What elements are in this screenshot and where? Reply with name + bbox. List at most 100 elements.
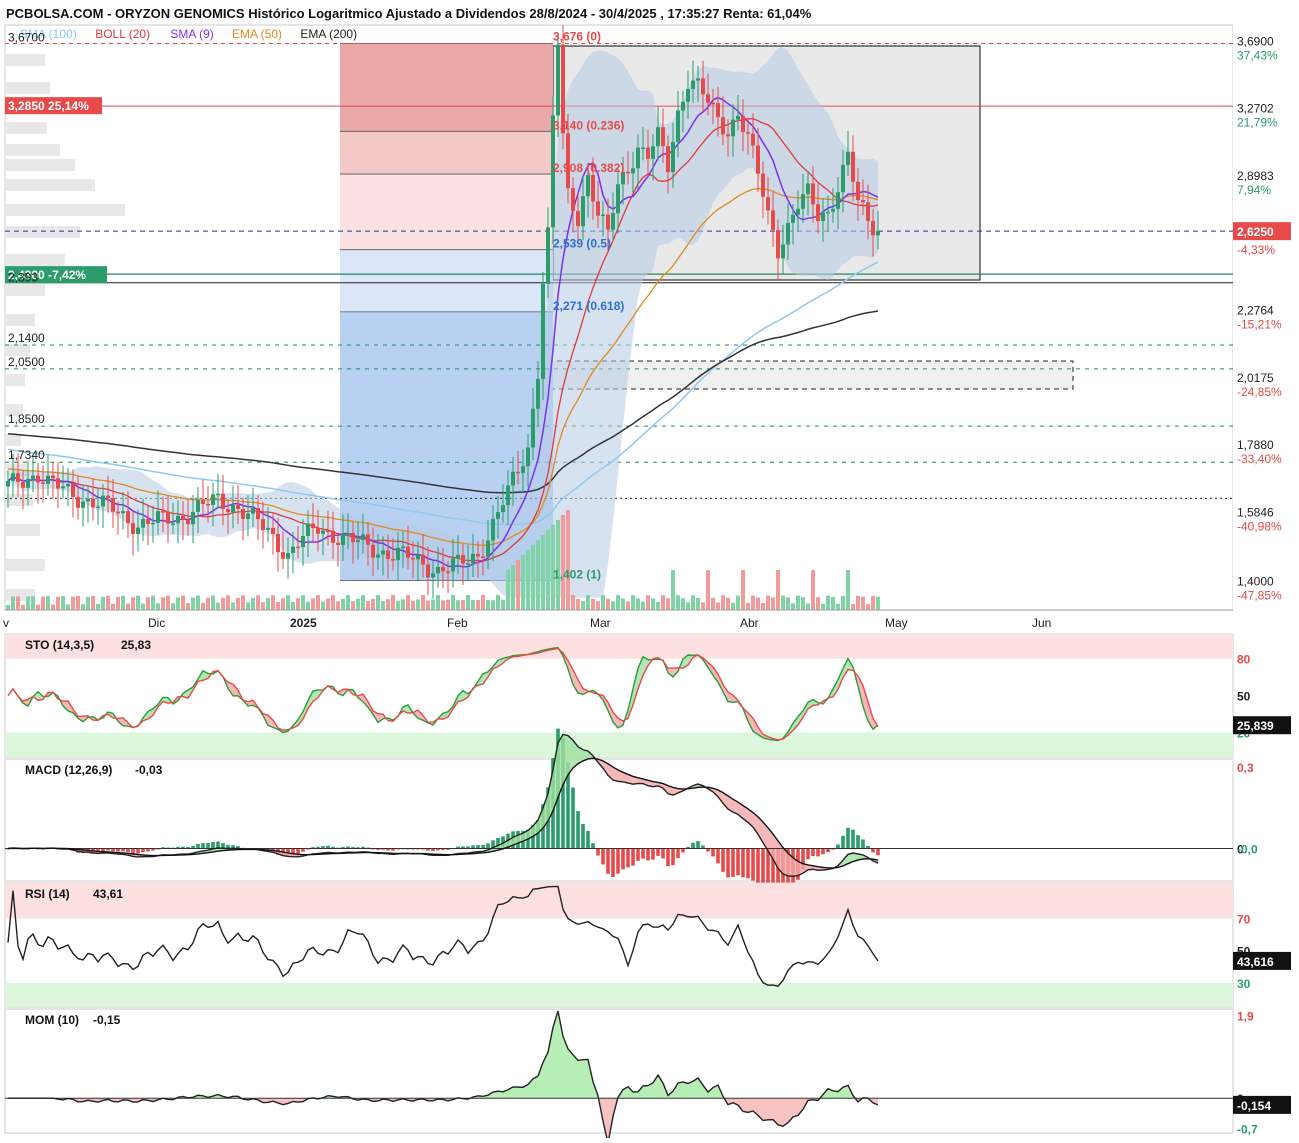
volume-bar <box>816 597 820 610</box>
candle-body <box>456 555 460 559</box>
volume-bar <box>711 598 715 610</box>
macd-histogram-bar <box>746 848 750 878</box>
macd-histogram-bar <box>856 835 860 848</box>
candle-body <box>366 534 370 544</box>
macd-histogram-bar <box>671 848 675 865</box>
candle-body <box>286 553 290 559</box>
mom-fill <box>568 1049 573 1098</box>
candle-body <box>471 554 475 563</box>
volume-bar <box>381 601 385 610</box>
candle-body <box>871 221 875 235</box>
candle-body <box>381 550 385 554</box>
x-axis-label: Abr <box>740 616 759 630</box>
volume-bar <box>521 555 525 610</box>
volume-bar <box>481 595 485 610</box>
volume-bar <box>21 605 25 610</box>
macd-histogram-bar <box>596 848 600 855</box>
volume-bar <box>271 595 275 610</box>
volume-bar <box>186 603 190 610</box>
volume-bar <box>411 601 415 610</box>
volume-bar <box>646 595 650 610</box>
candle-body <box>31 476 35 479</box>
candle-body <box>756 146 760 174</box>
volume-bar <box>251 598 255 610</box>
macd-histogram-bar <box>731 848 735 876</box>
volume-bar <box>6 605 10 610</box>
volume-bar <box>171 603 175 610</box>
candle-body <box>26 479 30 488</box>
volume-bar <box>766 596 770 610</box>
candle-body <box>216 494 220 496</box>
candle-body <box>206 504 210 506</box>
volume-bar <box>261 602 265 610</box>
price-tick: 2,8983 <box>1237 169 1274 183</box>
candle-body <box>856 182 860 200</box>
volume-bar <box>31 596 35 610</box>
volume-bar <box>866 604 870 610</box>
candle-body <box>721 117 725 134</box>
candle-body <box>66 484 70 487</box>
candle-body <box>581 196 585 226</box>
volume-bar <box>301 595 305 610</box>
volume-bar <box>96 604 100 610</box>
candle-body <box>181 516 185 520</box>
candle-body <box>211 494 215 505</box>
candle-body <box>616 184 620 213</box>
volume-profile-bar <box>5 179 95 191</box>
candle-body <box>321 531 325 534</box>
price-pct: -15,21% <box>1237 318 1282 332</box>
x-axis-label: v <box>3 616 9 630</box>
candle-body <box>651 146 655 159</box>
support-sub-label: 2,393 <box>8 271 38 285</box>
volume-bar <box>781 596 785 610</box>
mom-fill <box>513 1087 518 1098</box>
volume-bar <box>56 597 60 610</box>
volume-bar <box>451 595 455 610</box>
volume-profile-bar <box>5 494 33 506</box>
candle-body <box>876 231 880 235</box>
candle-body <box>376 554 380 557</box>
x-axis-label: Jun <box>1032 616 1051 630</box>
volume-bar <box>111 604 115 610</box>
volume-profile-bar <box>5 54 45 66</box>
candle-body <box>671 142 675 172</box>
volume-bar <box>786 597 790 610</box>
candle-body <box>276 534 280 552</box>
candle-body <box>741 116 745 132</box>
candle-body <box>246 514 250 519</box>
volume-bar <box>621 599 625 610</box>
mom-panel <box>5 1009 1233 1133</box>
macd-histogram-bar <box>721 848 725 871</box>
volume-bar <box>11 596 15 610</box>
candle-body <box>6 481 10 487</box>
candle-body <box>396 548 400 560</box>
price-pct: 7,94% <box>1237 183 1271 197</box>
fib-zone <box>340 43 553 131</box>
macd-histogram-bar <box>586 831 590 849</box>
mom-fill <box>533 1076 538 1098</box>
mom-fill <box>518 1087 523 1098</box>
candle-body <box>16 473 20 482</box>
candle-body <box>841 165 845 192</box>
macd-histogram-bar <box>476 845 480 848</box>
volume-bar <box>176 597 180 610</box>
volume-bar <box>491 600 495 610</box>
candle-body <box>136 528 140 534</box>
candle-body <box>811 183 815 204</box>
volume-bar <box>541 535 545 610</box>
candle-body <box>91 499 95 508</box>
volume-bar <box>791 603 795 610</box>
candle-body <box>751 134 755 146</box>
candle-body <box>486 541 490 557</box>
fib-label: 2,539 (0.5) <box>553 237 611 251</box>
volume-bar <box>311 599 315 610</box>
macd-histogram-bar <box>871 848 875 852</box>
volume-bar <box>731 603 735 610</box>
macd-histogram-bar <box>571 788 575 849</box>
sto-tick: 50 <box>1237 690 1251 704</box>
macd-histogram-bar <box>201 843 205 848</box>
sto-value: 25,83 <box>121 638 151 652</box>
volume-bar <box>821 604 825 610</box>
volume-bar <box>516 560 520 610</box>
macd-histogram-bar <box>601 848 605 864</box>
